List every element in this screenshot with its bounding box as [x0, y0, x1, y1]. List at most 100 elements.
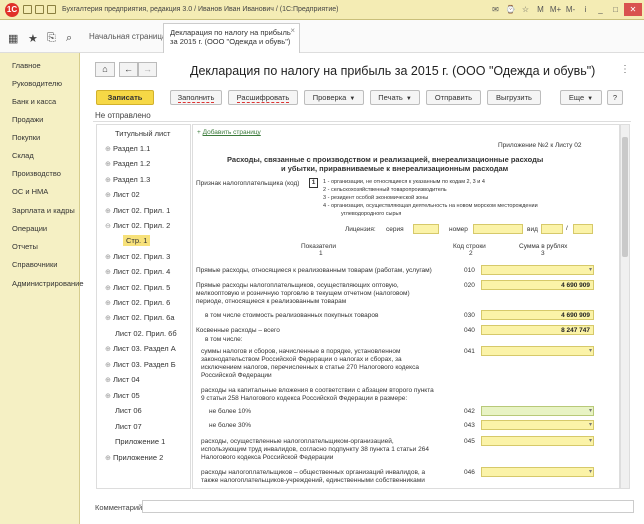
tree-item[interactable]: ⊕ Приложение 2 [105, 453, 163, 462]
collapse-icon[interactable]: ⊖ [105, 222, 113, 230]
sidebar-item-sales[interactable]: Продажи [12, 115, 43, 124]
upload-button[interactable]: Выгрузить [487, 90, 541, 105]
expand-icon[interactable]: ⊕ [105, 160, 113, 168]
expand-icon[interactable]: ⊕ [105, 268, 113, 276]
toolbar-icon[interactable] [35, 5, 44, 14]
home-button[interactable]: ⌂ [95, 62, 115, 77]
tree-item[interactable]: ⊕ Раздел 1.1 [105, 144, 150, 153]
tree-item[interactable]: ⊕ Лист 02. Прил. 6 [105, 298, 170, 307]
sidebar-item-reports[interactable]: Отчеты [12, 242, 38, 251]
tab-declaration[interactable]: Декларация по налогу на прибыль за 2015 … [163, 23, 300, 53]
info-icon[interactable]: i [579, 3, 592, 16]
tree-item[interactable]: ⊖ Лист 02. Прил. 2 [105, 221, 170, 230]
value-field-042[interactable]: ▾ [481, 406, 594, 416]
toolbar-icon[interactable] [47, 5, 56, 14]
vertical-scrollbar[interactable] [620, 124, 630, 489]
star-icon[interactable]: ☆ [519, 3, 532, 16]
m-plus-icon[interactable]: M+ [549, 3, 562, 16]
save-button[interactable]: Записать [96, 90, 154, 105]
m-icon[interactable]: M [534, 3, 547, 16]
license-kind-field[interactable] [541, 224, 563, 234]
history-icon[interactable]: ⌚ [504, 3, 517, 16]
back-button[interactable]: ← [119, 62, 138, 77]
tree-item[interactable]: Лист 02. Прил. 6б [115, 329, 177, 338]
sidebar-item-main[interactable]: Главное [12, 61, 41, 70]
value-field-046[interactable]: ▾ [481, 467, 594, 477]
value-field-040[interactable]: 8 247 747 [481, 325, 594, 335]
m-minus-icon[interactable]: M- [564, 3, 577, 16]
sidebar-item-manager[interactable]: Руководителю [12, 79, 62, 88]
tree-item[interactable]: Приложение 1 [115, 437, 165, 446]
history-icon[interactable]: ⎘ [47, 32, 56, 45]
add-page-link[interactable]: + Добавить страницу [197, 129, 261, 136]
scrollbar-thumb[interactable] [622, 137, 628, 257]
expand-icon[interactable]: ⊕ [105, 207, 113, 215]
tab-home[interactable]: Начальная страница [83, 24, 172, 53]
expand-icon[interactable]: ⊕ [105, 392, 113, 400]
sidebar-item-references[interactable]: Справочники [12, 260, 57, 269]
tree-item[interactable]: ⊕ Лист 05 [105, 391, 140, 400]
sidebar-item-purchases[interactable]: Покупки [12, 133, 40, 142]
expand-icon[interactable]: ⊕ [105, 145, 113, 153]
print-button[interactable]: Печать ▼ [370, 90, 420, 105]
comment-input[interactable] [142, 500, 634, 513]
value-field-043[interactable]: ▾ [481, 420, 594, 430]
license-number-field[interactable] [473, 224, 523, 234]
sidebar-item-assets[interactable]: ОС и НМА [12, 187, 48, 196]
fill-button[interactable]: Заполнить [170, 90, 222, 105]
close-tab-icon[interactable]: × [290, 26, 295, 35]
sidebar-item-admin[interactable]: Администрирование [12, 279, 84, 288]
expand-icon[interactable]: ⊕ [105, 176, 113, 184]
favorites-icon[interactable]: ★ [28, 32, 38, 45]
expand-icon[interactable]: ⊕ [105, 314, 113, 322]
value-field-045[interactable]: ▾ [481, 436, 594, 446]
tree-item-selected[interactable]: Стр. 1 [123, 235, 151, 246]
value-field-010[interactable]: ▾ [481, 265, 594, 275]
value-field-030[interactable]: 4 690 909 [481, 310, 594, 320]
tree-item[interactable]: ⊕ Раздел 1.3 [105, 175, 150, 184]
toolbar-icon[interactable] [23, 5, 32, 14]
license-kind-field-2[interactable] [573, 224, 593, 234]
maximize-icon[interactable]: □ [609, 3, 622, 16]
tree-item[interactable]: ⊕ Лист 04 [105, 375, 140, 384]
sidebar-item-bank[interactable]: Банк и касса [12, 97, 56, 106]
value-field-020[interactable]: 4 690 909 [481, 280, 594, 290]
grid-menu-icon[interactable]: ▦ [8, 32, 18, 45]
tree-item[interactable]: Лист 07 [115, 422, 142, 431]
search-icon[interactable]: ⌕ [66, 32, 72, 45]
expand-icon[interactable]: ⊕ [105, 284, 113, 292]
tree-item[interactable]: ⊕ Лист 02. Прил. 3 [105, 252, 170, 261]
forward-button[interactable]: → [138, 62, 157, 77]
expand-icon[interactable]: ⊕ [105, 191, 113, 199]
tree-item[interactable]: ⊕ Лист 02. Прил. 6а [105, 313, 175, 322]
tree-item[interactable]: Лист 06 [115, 406, 142, 415]
decode-button[interactable]: Расшифровать [228, 90, 298, 105]
sidebar-item-production[interactable]: Производство [12, 169, 61, 178]
tree-item[interactable]: ⊕ Лист 03. Раздел Б [105, 360, 176, 369]
sidebar-item-salary[interactable]: Зарплата и кадры [12, 206, 75, 215]
form-more-icon[interactable]: ⋮ [620, 64, 630, 75]
expand-icon[interactable]: ⊕ [105, 454, 113, 462]
minimize-icon[interactable]: _ [594, 3, 607, 16]
expand-icon[interactable]: ⊕ [105, 253, 113, 261]
sidebar-item-warehouse[interactable]: Склад [12, 151, 34, 160]
taxpayer-code[interactable]: 1 [309, 178, 318, 188]
tree-item[interactable]: ⊕ Раздел 1.2 [105, 159, 150, 168]
expand-icon[interactable]: ⊕ [105, 361, 113, 369]
help-button[interactable]: ? [607, 90, 623, 105]
send-button[interactable]: Отправить [426, 90, 481, 105]
tree-item[interactable]: Титульный лист [115, 129, 170, 138]
tree-item[interactable]: ⊕ Лист 03. Раздел А [105, 344, 176, 353]
tree-item[interactable]: ⊕ Лист 02. Прил. 5 [105, 283, 170, 292]
expand-icon[interactable]: ⊕ [105, 345, 113, 353]
sidebar-item-operations[interactable]: Операции [12, 224, 47, 233]
more-button[interactable]: Еще ▼ [560, 90, 602, 105]
expand-icon[interactable]: ⊕ [105, 299, 113, 307]
tree-item[interactable]: ⊕ Лист 02. Прил. 4 [105, 267, 170, 276]
close-icon[interactable]: ✕ [624, 3, 642, 16]
license-series-field[interactable] [413, 224, 439, 234]
tree-item[interactable]: ⊕ Лист 02 [105, 190, 140, 199]
expand-icon[interactable]: ⊕ [105, 376, 113, 384]
mail-icon[interactable]: ✉ [489, 3, 502, 16]
tree-item[interactable]: ⊕ Лист 02. Прил. 1 [105, 206, 170, 215]
